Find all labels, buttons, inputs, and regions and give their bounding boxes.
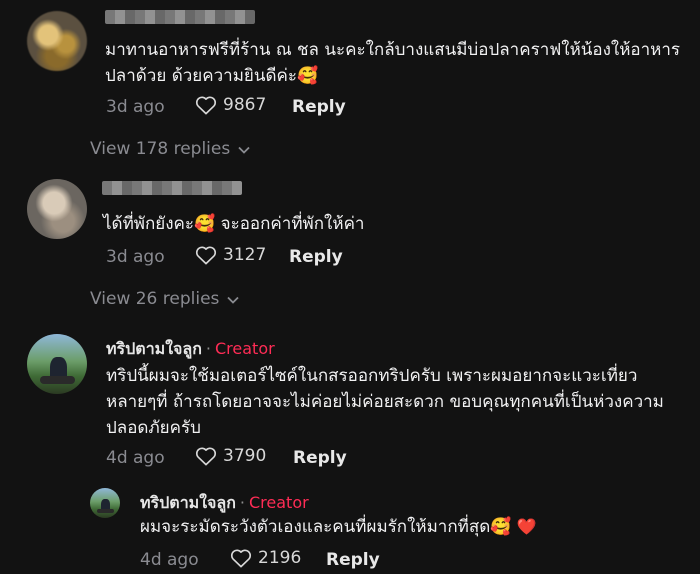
like-count: 3790 [223,446,267,466]
heart-icon[interactable] [195,245,217,265]
like-button[interactable]: 3790 [195,446,266,466]
view-replies-button[interactable]: View 26 replies [90,289,240,309]
view-replies-label[interactable]: View 178 replies [90,139,230,159]
reply-button[interactable]: Reply [293,448,347,468]
heart-icon[interactable] [195,446,217,466]
heart-emoji: ❤️ [516,517,537,536]
comment-text: ผมจะระมัดระวังตัวเองและคนที่ผมรักให้มากท… [140,514,660,540]
separator-dot: · [239,493,245,512]
chevron-down-icon[interactable] [227,289,240,309]
separator-dot: · [205,339,211,358]
author-name[interactable]: ทริปตามใจลูก [106,339,202,358]
timestamp: 4d ago [140,550,199,570]
comment-text: ทริปนี้ผมจะใช้มอเตอร์ไซค์ในกสรออกทริปครั… [106,366,664,438]
avatar[interactable] [27,334,87,394]
heart-icon[interactable] [230,548,252,568]
like-button[interactable]: 3127 [195,245,266,265]
like-count: 9867 [223,95,267,115]
like-button[interactable]: 9867 [195,95,266,115]
avatar[interactable] [27,179,87,239]
author-name-blurred[interactable] [102,181,242,195]
comment-author[interactable]: ทริปตามใจลูก · Creator [106,337,275,362]
heart-icon[interactable] [195,95,217,115]
like-count: 2196 [258,548,302,568]
author-name-blurred[interactable] [105,10,255,24]
comment-text: มาทานอาหารฟรีที่ร้าน ณ ชล นะคะใกล้บางแสน… [105,40,681,86]
reply-button[interactable]: Reply [292,97,346,117]
creator-badge: Creator [249,493,309,512]
reply-button[interactable]: Reply [289,247,343,267]
creator-badge: Creator [215,339,275,358]
timestamp: 3d ago [106,97,165,117]
reply-button[interactable]: Reply [326,550,380,570]
comment-text-body: ผมจะระมัดระวังตัวเองและคนที่ผมรักให้มากท… [140,517,512,537]
avatar[interactable] [90,488,120,518]
view-replies-button[interactable]: View 178 replies [90,139,250,159]
chevron-down-icon[interactable] [238,139,250,159]
avatar[interactable] [27,11,87,71]
timestamp: 3d ago [106,247,165,267]
comment-text: ได้ที่พักยังคะ🥰 จะออกค่าที่พักให้ค่า [103,214,365,234]
like-count: 3127 [223,245,267,265]
comment-author[interactable]: ทริปตามใจลูก · Creator [140,491,309,516]
view-replies-label[interactable]: View 26 replies [90,289,219,309]
timestamp: 4d ago [106,448,165,468]
like-button[interactable]: 2196 [230,548,301,568]
author-name[interactable]: ทริปตามใจลูก [140,493,236,512]
